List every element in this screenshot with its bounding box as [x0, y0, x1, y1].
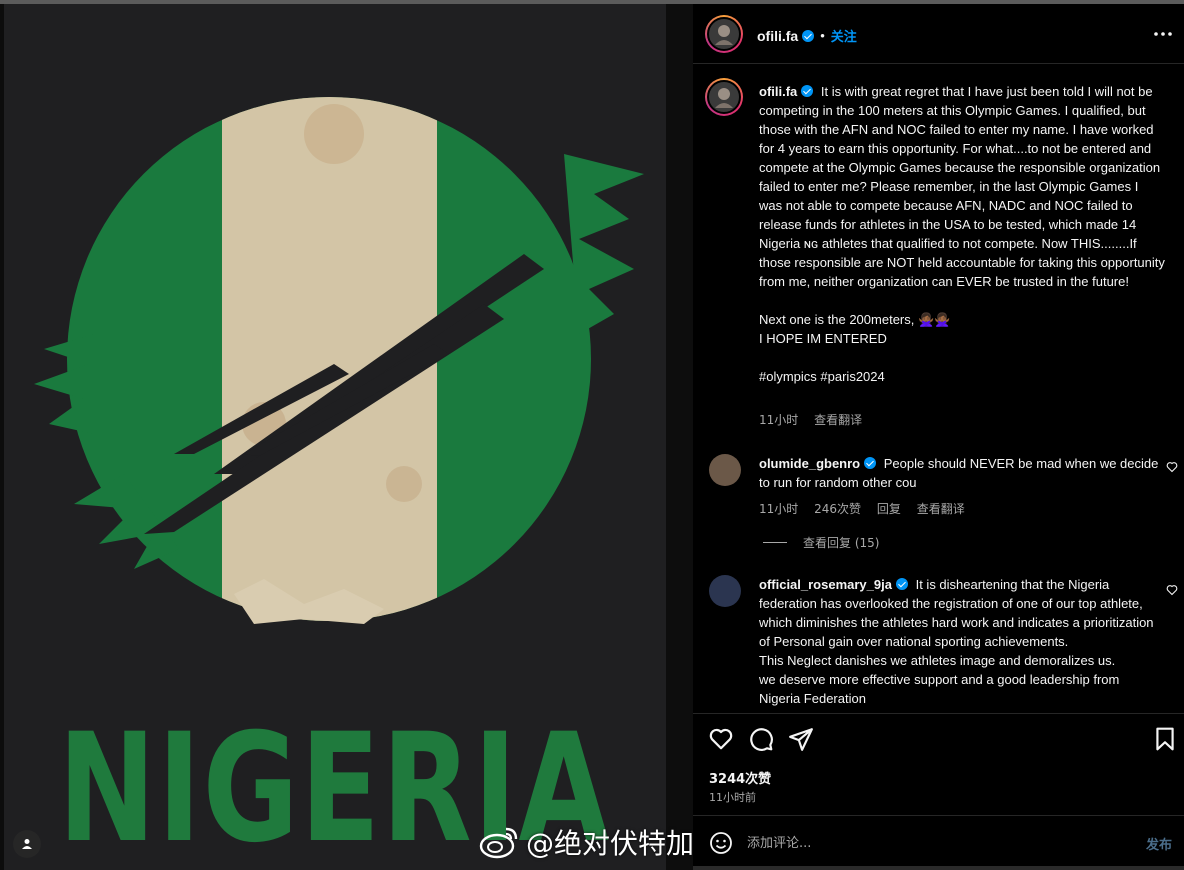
header-author: ofili.fa • 关注	[757, 26, 857, 46]
caption-avatar[interactable]	[705, 78, 743, 116]
share-icon[interactable]	[788, 726, 814, 752]
verified-badge-icon	[801, 85, 814, 97]
image-word: NIGERIA	[58, 702, 611, 870]
verified-badge-icon	[864, 457, 877, 469]
caption-paragraph-2: Next one is the 200meters, 🙅🏾‍♀️🙅🏾‍♀️	[759, 312, 951, 327]
author-avatar[interactable]	[705, 15, 743, 53]
person-icon	[715, 88, 733, 108]
post-panel: ofili.fa • 关注 ofili.fa It is with great …	[693, 4, 1184, 870]
follow-button[interactable]: 关注	[831, 26, 857, 45]
commenter-username[interactable]: official_rosemary_9ja	[759, 577, 892, 592]
add-comment-bar: 发布	[693, 815, 1184, 870]
view-replies-button[interactable]: 查看回复 (15)	[763, 534, 879, 551]
comment-body-line-2: This Neglect danishes we athletes image …	[759, 653, 1116, 668]
caption-avatar-face	[707, 80, 741, 114]
comment-likes[interactable]: 246次赞	[814, 502, 861, 516]
post-comment-button[interactable]: 发布	[1146, 834, 1172, 853]
caption-paragraph-1: It is with great regret that I have just…	[759, 84, 1165, 289]
heart-icon[interactable]	[1166, 584, 1178, 596]
comment-text: olumide_gbenro People should NEVER be ma…	[759, 454, 1165, 492]
comments-scroll[interactable]: ofili.fa It is with great regret that I …	[693, 65, 1184, 713]
view-replies-label: 查看回复 (15)	[803, 536, 880, 550]
commenter-username[interactable]: olumide_gbenro	[759, 456, 860, 471]
caption-translate-link[interactable]: 查看翻译	[814, 413, 862, 427]
caption-meta: 11小时 查看翻译	[759, 411, 874, 428]
comment-input[interactable]	[747, 832, 1117, 854]
heart-icon[interactable]	[708, 726, 734, 752]
caption-paragraph-3: I HOPE IM ENTERED	[759, 331, 887, 346]
separator-dot: •	[820, 28, 825, 43]
tag-user-button[interactable]	[13, 830, 41, 858]
bottom-strip	[693, 866, 1184, 870]
commenter-avatar[interactable]	[709, 454, 741, 486]
comment-icon[interactable]	[748, 726, 774, 752]
commenter-avatar[interactable]	[709, 575, 741, 607]
comment-translate-link[interactable]: 查看翻译	[917, 502, 965, 516]
post-header: ofili.fa • 关注	[693, 4, 1184, 64]
caption-username[interactable]: ofili.fa	[759, 84, 797, 99]
watermark-text: @绝对伏特加	[526, 827, 695, 860]
comment-text: official_rosemary_9ja It is disheartenin…	[759, 575, 1165, 708]
caption-time: 11小时	[759, 413, 799, 427]
likes-count[interactable]: 3244次赞	[709, 768, 771, 787]
tag-user-icon	[22, 839, 32, 849]
comment-reply-link[interactable]: 回复	[877, 502, 901, 516]
caption-hashtags[interactable]: #olympics #paris2024	[759, 367, 1165, 386]
post-time: 11小时前	[709, 791, 756, 804]
image-canvas: NIGERIA	[4, 4, 666, 870]
heart-icon[interactable]	[1166, 461, 1178, 473]
comment-body-line-3: we deserve more effective support and a …	[759, 672, 1120, 687]
more-icon[interactable]	[1152, 23, 1174, 45]
action-bar: 3244次赞 11小时前	[693, 713, 1184, 818]
post-image[interactable]: NIGERIA	[0, 4, 693, 870]
caption-text: ofili.fa It is with great regret that I …	[759, 82, 1165, 386]
comment-meta: 11小时 246次赞 回复 查看翻译	[759, 500, 977, 517]
verified-badge-icon	[802, 29, 815, 42]
comment-time: 11小时	[759, 502, 799, 516]
weibo-logo-icon	[479, 827, 518, 859]
bookmark-icon[interactable]	[1152, 726, 1178, 752]
comment-body-line-4: Nigeria Federation	[759, 691, 866, 706]
verified-badge-icon	[895, 578, 908, 590]
person-icon	[715, 25, 733, 45]
image-side-bar	[666, 4, 693, 870]
author-username[interactable]: ofili.fa	[757, 28, 798, 44]
emoji-icon[interactable]	[709, 831, 733, 855]
watermark: @绝对伏特加	[478, 822, 694, 862]
avatar-face	[707, 17, 741, 51]
replies-line	[763, 542, 787, 543]
screenshot-root: NIGERIA ofili.fa • 关注 ofili.fa It is wit…	[0, 0, 1184, 870]
